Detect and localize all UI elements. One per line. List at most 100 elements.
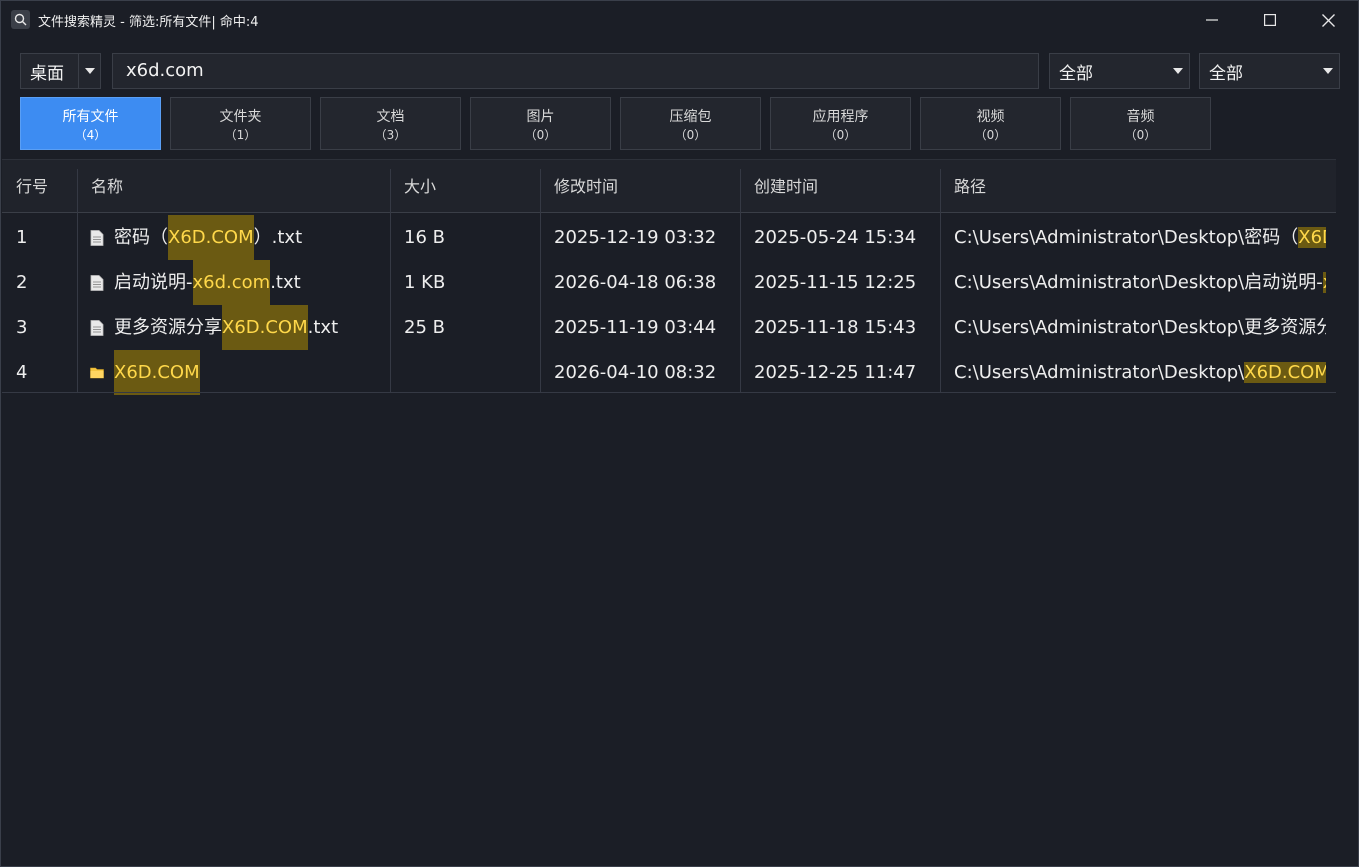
location-value: 桌面 [30, 63, 64, 84]
tab-label: 压缩包 [669, 109, 712, 125]
table-row[interactable]: 4 X6D.COM 2026-04-10 08:32 2025-12-25 11… [2, 350, 1336, 395]
tab-all-files[interactable]: 所有文件 （4） [20, 97, 161, 150]
created-time: 2025-05-24 15:34 [754, 227, 917, 248]
document-icon [90, 274, 104, 291]
tab-count: （0） [524, 128, 557, 142]
tab-count: （0） [674, 128, 707, 142]
file-size: 25 B [404, 317, 445, 338]
tab-videos[interactable]: 视频 （0） [920, 97, 1061, 150]
name-text: 密码（ [114, 227, 168, 248]
name-match-highlight: X6D.COM [168, 215, 254, 260]
header-created[interactable]: 创建时间 [740, 160, 818, 214]
created-time: 2025-11-18 15:43 [754, 317, 917, 338]
path-match-highlight: X6D [1298, 227, 1326, 248]
tab-label: 音频 [1126, 109, 1155, 125]
file-size: 16 B [404, 227, 445, 248]
minimize-button[interactable] [1183, 1, 1241, 39]
path-match-highlight: x [1322, 272, 1326, 293]
results-table: 行号 名称 大小 修改时间 创建时间 路径 1 密码（ X6D.COM ）.txt [2, 159, 1336, 395]
table-row[interactable]: 1 密码（ X6D.COM ）.txt 16 B 2025-12-19 03:32 … [2, 215, 1336, 260]
name-match-highlight: X6D.COM [114, 350, 200, 395]
header-name[interactable]: 名称 [77, 160, 123, 214]
maximize-button[interactable] [1241, 1, 1299, 39]
window-title: 文件搜索精灵 - 筛选:所有文件| 命中:4 [38, 15, 259, 30]
row-number: 4 [16, 362, 28, 383]
filter-dropdown-2[interactable]: 全部 [1199, 53, 1340, 89]
file-path: C:\Users\Administrator\Desktop\密码（X6D [954, 215, 1326, 260]
name-text: 启动说明- [114, 272, 193, 293]
tab-count: （0） [974, 128, 1007, 142]
name-match-highlight: X6D.COM [222, 305, 308, 350]
table-row[interactable]: 2 启动说明-x6d.com .txt 1 KB 2026-04-18 06:38… [2, 260, 1336, 305]
filter-2-value: 全部 [1209, 63, 1243, 84]
file-size [404, 350, 534, 395]
header-size[interactable]: 大小 [390, 160, 436, 214]
file-name: 更多资源分享 X6D.COM .txt [90, 305, 390, 350]
close-icon [1321, 13, 1335, 27]
file-size: 1 KB [404, 272, 446, 293]
filter-1-value: 全部 [1059, 63, 1093, 84]
created-time: 2025-12-25 11:47 [754, 362, 917, 383]
file-name: 启动说明-x6d.com .txt [90, 260, 390, 305]
modified-time: 2026-04-18 06:38 [554, 272, 717, 293]
created-time: 2025-11-15 12:25 [754, 272, 917, 293]
row-number: 2 [16, 272, 28, 293]
document-icon [90, 229, 104, 246]
app-window: 文件搜索精灵 - 筛选:所有文件| 命中:4 桌面 x6d.com 全部 全部 … [0, 0, 1359, 867]
tab-count: （0） [1124, 128, 1157, 142]
name-text: .txt [307, 317, 339, 338]
close-button[interactable] [1299, 1, 1357, 39]
tab-label: 所有文件 [62, 109, 119, 125]
search-input[interactable]: x6d.com [112, 53, 1039, 89]
chevron-down-icon[interactable] [1167, 54, 1189, 88]
table-header: 行号 名称 大小 修改时间 创建时间 路径 [2, 159, 1336, 213]
file-path: C:\Users\Administrator\Desktop\启动说明-x [954, 260, 1326, 305]
chevron-down-icon[interactable] [78, 54, 100, 88]
name-text: 更多资源分享 [114, 317, 222, 338]
file-name: X6D.COM [90, 350, 390, 395]
name-text: ）.txt [253, 227, 303, 248]
modified-time: 2025-12-19 03:32 [554, 227, 717, 248]
modified-time: 2026-04-10 08:32 [554, 362, 717, 383]
folder-icon [90, 367, 104, 378]
tab-images[interactable]: 图片 （0） [470, 97, 611, 150]
header-modified[interactable]: 修改时间 [540, 160, 618, 214]
file-path: C:\Users\Administrator\Desktop\更多资源分 [954, 305, 1326, 350]
tab-folders[interactable]: 文件夹 （1） [170, 97, 311, 150]
name-text: .txt [270, 272, 301, 293]
tab-count: （4） [74, 128, 107, 142]
file-path: C:\Users\Administrator\Desktop\X6D.COM [954, 350, 1326, 395]
tab-audio[interactable]: 音频 （0） [1070, 97, 1211, 150]
path-text: C:\Users\Administrator\Desktop\密码（ [954, 227, 1299, 248]
maximize-icon [1264, 14, 1276, 26]
tab-applications[interactable]: 应用程序 （0） [770, 97, 911, 150]
title-bar: 文件搜索精灵 - 筛选:所有文件| 命中:4 [1, 1, 1358, 39]
path-match-highlight: X6D.COM [1244, 362, 1326, 383]
tab-count: （1） [224, 128, 257, 142]
minimize-icon [1206, 19, 1218, 21]
row-number: 1 [16, 227, 28, 248]
modified-time: 2025-11-19 03:44 [554, 317, 717, 338]
path-text: C:\Users\Administrator\Desktop\ [954, 362, 1245, 383]
tab-label: 文件夹 [219, 109, 262, 125]
file-name: 密码（ X6D.COM ）.txt [90, 215, 390, 260]
tab-label: 应用程序 [812, 109, 869, 125]
table-row[interactable]: 3 更多资源分享 X6D.COM .txt 25 B 2025-11-19 03:4… [2, 305, 1336, 350]
tab-label: 视频 [976, 109, 1005, 125]
search-icon [11, 10, 30, 29]
tab-label: 图片 [526, 109, 555, 125]
path-text: C:\Users\Administrator\Desktop\更多资源分 [954, 317, 1326, 338]
path-text: C:\Users\Administrator\Desktop\启动说明- [954, 272, 1323, 293]
tab-archives[interactable]: 压缩包 （0） [620, 97, 761, 150]
header-path[interactable]: 路径 [940, 160, 986, 214]
filter-dropdown-1[interactable]: 全部 [1049, 53, 1190, 89]
chevron-down-icon[interactable] [1317, 54, 1339, 88]
table-bottom-border [2, 392, 1336, 393]
row-number: 3 [16, 317, 28, 338]
location-dropdown[interactable]: 桌面 [20, 53, 101, 89]
document-icon [90, 319, 104, 336]
tab-documents[interactable]: 文档 （3） [320, 97, 461, 150]
header-num[interactable]: 行号 [2, 160, 48, 214]
name-match-highlight: x6d.com [192, 260, 271, 305]
tab-count: （0） [824, 128, 857, 142]
